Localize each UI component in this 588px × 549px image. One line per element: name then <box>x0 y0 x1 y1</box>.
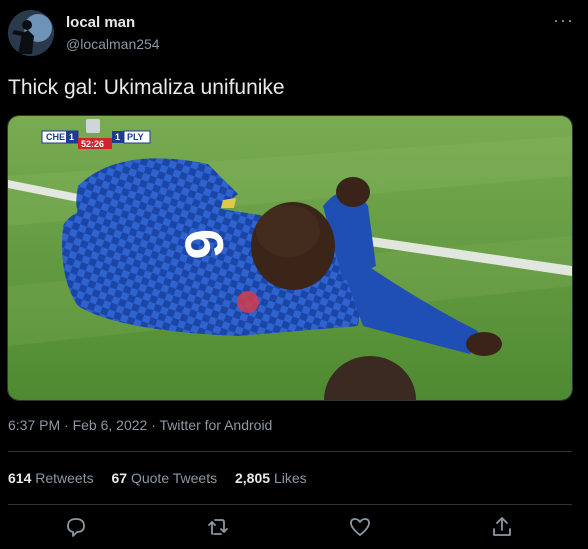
quote-count: 67 <box>111 470 128 486</box>
tweet-source[interactable]: Twitter for Android <box>160 417 273 433</box>
like-icon[interactable] <box>348 515 374 541</box>
timestamp[interactable]: 6:37 PM · Feb 6, 2022 <box>8 417 147 433</box>
quote-tweets-stat[interactable]: 67 Quote Tweets <box>112 470 218 486</box>
quote-label: Quote Tweets <box>130 470 218 486</box>
avatar[interactable] <box>8 10 54 56</box>
retweet-icon[interactable] <box>206 515 232 541</box>
tweet-header: local man @localman254 ··· <box>0 0 588 62</box>
retweets-stat[interactable]: 614 Retweets <box>8 470 94 486</box>
action-bar <box>0 505 588 549</box>
away-team: PLY <box>127 132 144 142</box>
match-clock: 52:26 <box>81 139 104 149</box>
player-hand <box>336 177 370 207</box>
likes-label: Likes <box>273 470 307 486</box>
author-handle[interactable]: @localman254 <box>66 36 160 52</box>
retweets-count: 614 <box>8 470 32 486</box>
meta-separator: · <box>151 417 160 433</box>
tweet-stats: 614 Retweets 67 Quote Tweets 2,805 Likes <box>8 470 321 486</box>
jersey-number: 9 <box>174 226 236 261</box>
retweets-label: Retweets <box>35 470 94 486</box>
fa-cup-badge <box>237 291 259 313</box>
tweet-meta: 6:37 PM · Feb 6, 2022 · Twitter for Andr… <box>8 417 272 433</box>
likes-stat[interactable]: 2,805 Likes <box>235 470 307 486</box>
more-icon[interactable]: ··· <box>553 10 574 31</box>
reply-icon[interactable] <box>64 515 90 541</box>
tweet-media[interactable]: 9 CHE 1 52:26 1 PLY <box>7 115 573 401</box>
home-score: 1 <box>69 132 74 142</box>
tweet-text: Thick gal: Ukimaliza unifunike <box>8 76 285 99</box>
away-score: 1 <box>115 132 120 142</box>
home-team: CHE <box>46 132 65 142</box>
player-hand-right <box>466 332 502 356</box>
share-icon[interactable] <box>490 515 516 541</box>
likes-count: 2,805 <box>235 470 271 486</box>
author-name[interactable]: local man <box>66 14 135 31</box>
divider <box>8 451 572 452</box>
